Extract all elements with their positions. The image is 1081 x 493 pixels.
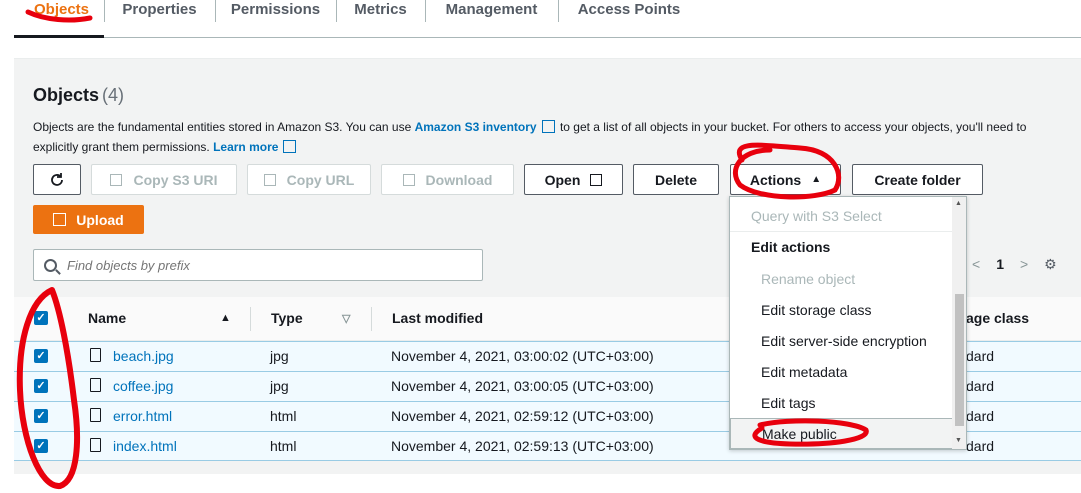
tab-properties[interactable]: Properties [104,0,215,38]
download-button[interactable]: Download [381,164,514,195]
delete-label: Delete [654,171,698,188]
external-link-icon [541,120,555,133]
object-type: jpg [270,378,289,394]
object-name-link[interactable]: error.html [113,408,172,424]
scroll-up-icon[interactable]: ▲ [955,200,962,207]
tab-access-points[interactable]: Access Points [558,0,700,38]
download-label: Download [425,171,493,188]
settings-icon[interactable]: ⚙ [1044,256,1057,273]
menu-item-edit-storage-class[interactable]: Edit storage class [730,294,954,325]
panel-description: Objects are the fundamental entities sto… [33,117,1063,157]
open-button[interactable]: Open [524,164,623,195]
object-type: jpg [270,348,289,364]
pagination: < 1 > ⚙ [972,249,1073,279]
copy-icon [110,173,123,186]
header-storage-class[interactable]: age class [966,310,1029,326]
delete-button[interactable]: Delete [633,164,719,195]
object-last-modified: November 4, 2021, 03:00:05 (UTC+03:00) [391,378,654,394]
chevron-right-icon[interactable]: > [1020,256,1028,272]
download-icon [402,173,415,186]
description-text: Objects are the fundamental entities sto… [33,120,415,134]
column-divider [371,307,372,331]
tab-management[interactable]: Management [425,0,558,38]
actions-button[interactable]: Actions ▲ [730,164,841,195]
page-number[interactable]: 1 [996,256,1004,272]
menu-item-edit-tags[interactable]: Edit tags [730,387,954,418]
refresh-icon [51,172,63,186]
s3-inventory-link[interactable]: Amazon S3 inventory [415,120,537,134]
external-link-icon [283,140,297,153]
copy-icon [263,173,276,186]
actions-label: Actions [749,171,802,188]
file-icon [90,378,101,392]
actions-menu: Query with S3 Select Edit actions Rename… [729,196,967,450]
tab-objects[interactable]: Objects [14,0,104,38]
panel-title-text: Objects [33,85,100,105]
row-checkbox[interactable]: ✓ [34,409,48,423]
menu-group-edit-actions: Edit actions [730,231,954,262]
tab-metrics[interactable]: Metrics [336,0,425,38]
row-checkbox[interactable]: ✓ [34,439,48,453]
external-link-icon [590,173,603,186]
create-folder-label: Create folder [874,171,961,188]
scroll-down-icon[interactable]: ▼ [955,437,962,444]
object-count: (4) [102,85,125,105]
object-storage-class: dard [966,438,995,454]
menu-item-rename-object[interactable]: Rename object [730,263,954,294]
panel-title: Objects (4) [33,85,124,106]
chevron-left-icon[interactable]: < [972,256,980,272]
object-last-modified: November 4, 2021, 02:59:12 (UTC+03:00) [391,408,654,424]
menu-scrollbar[interactable]: ▲ ▼ [952,197,966,449]
search-box [33,249,483,281]
column-divider [250,307,251,331]
object-last-modified: November 4, 2021, 02:59:13 (UTC+03:00) [391,438,654,454]
object-type: html [270,408,297,424]
file-icon [90,438,101,452]
learn-more-link[interactable]: Learn more [213,140,278,154]
object-name-link[interactable]: beach.jpg [113,348,174,364]
object-type: html [270,438,297,454]
copy-url-label: Copy URL [286,171,355,188]
header-last-modified[interactable]: Last modified [392,310,483,326]
copy-s3-uri-label: Copy S3 URI [133,171,218,188]
row-checkbox[interactable]: ✓ [34,349,48,363]
refresh-button[interactable] [33,164,81,195]
upload-button[interactable]: Upload [33,205,144,234]
object-name-link[interactable]: coffee.jpg [113,378,173,394]
sort-down-icon[interactable]: ▽ [342,312,350,325]
caret-up-icon: ▲ [811,174,822,185]
upload-icon [53,213,67,226]
object-storage-class: dard [966,348,995,364]
menu-item-edit-encryption[interactable]: Edit server-side encryption [730,325,954,356]
copy-s3-uri-button[interactable]: Copy S3 URI [91,164,237,195]
object-name-link[interactable]: index.html [113,438,177,454]
object-storage-class: dard [966,378,995,394]
upload-label: Upload [76,211,124,228]
select-all-checkbox[interactable]: ✓ [34,311,48,325]
tab-bar: Objects Properties Permissions Metrics M… [14,0,1081,38]
open-label: Open [544,171,581,188]
menu-item-make-public[interactable]: Make public [730,418,954,449]
file-icon [90,408,101,422]
menu-item-query-s3-select[interactable]: Query with S3 Select [730,200,954,231]
tab-permissions[interactable]: Permissions [215,0,336,38]
sort-up-icon[interactable]: ▲ [220,312,231,324]
header-name[interactable]: Name [88,310,126,326]
scrollbar-thumb[interactable] [955,294,964,426]
copy-url-button[interactable]: Copy URL [247,164,371,195]
search-input[interactable] [67,257,447,273]
file-icon [90,348,101,362]
create-folder-button[interactable]: Create folder [852,164,983,195]
search-icon [44,258,57,272]
header-type[interactable]: Type [271,310,303,326]
object-last-modified: November 4, 2021, 03:00:02 (UTC+03:00) [391,348,654,364]
object-storage-class: dard [966,408,995,424]
menu-item-edit-metadata[interactable]: Edit metadata [730,356,954,387]
row-checkbox[interactable]: ✓ [34,379,48,393]
